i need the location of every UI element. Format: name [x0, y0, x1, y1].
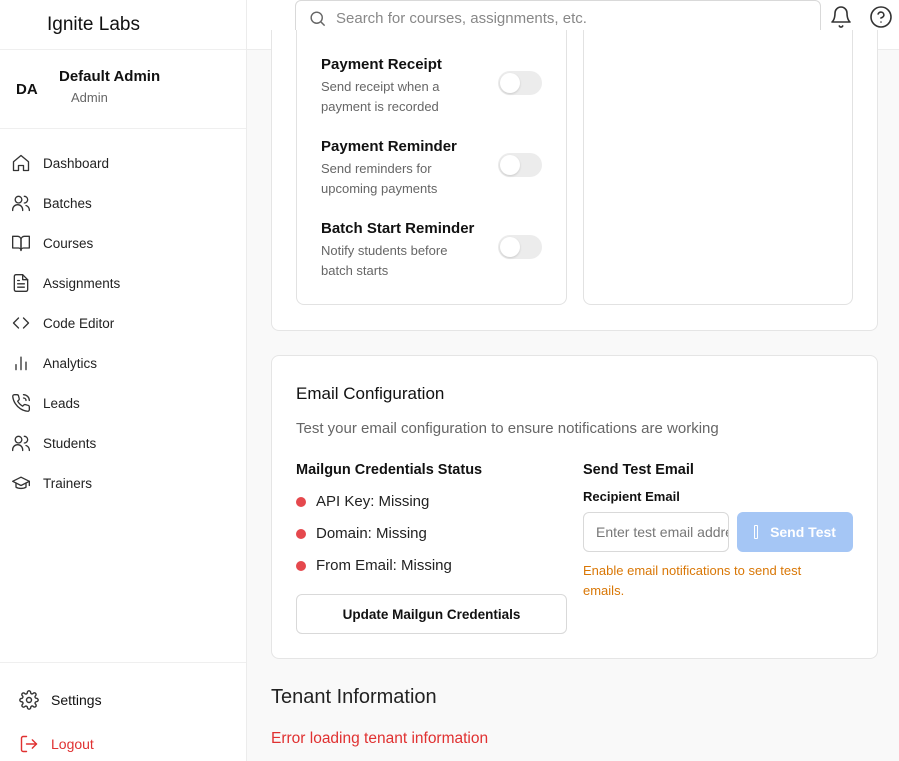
notification-payment-reminder: Payment Reminder Send reminders for upco…	[321, 138, 551, 199]
gear-icon	[19, 690, 39, 710]
users-icon	[12, 435, 31, 452]
sidebar-item-courses[interactable]: Courses	[0, 223, 246, 263]
notification-description: Notify students before batch starts	[321, 243, 448, 278]
status-domain: Domain: Missing	[296, 525, 427, 542]
status-text: From Email: Missing	[316, 557, 452, 574]
sidebar-item-label: Trainers	[43, 475, 93, 491]
status-text: API Key: Missing	[316, 493, 430, 510]
email-warning-text: Enable email notifications to send test …	[583, 563, 802, 598]
sidebar-item-leads[interactable]: Leads	[0, 383, 246, 423]
status-dot	[296, 496, 306, 507]
user-profile[interactable]: DA Default Admin Admin	[0, 50, 246, 129]
home-icon	[12, 154, 30, 172]
sidebar-item-settings[interactable]: Settings	[0, 678, 246, 722]
sidebar-item-analytics[interactable]: Analytics	[0, 343, 246, 383]
notification-payment-receipt: Payment Receipt Send receipt when a paym…	[321, 56, 551, 117]
notification-batch-start-reminder: Batch Start Reminder Notify students bef…	[321, 220, 551, 281]
notifications-button[interactable]	[829, 5, 853, 29]
help-circle-icon	[870, 6, 892, 28]
user-role: Admin	[71, 89, 108, 105]
email-configuration-description: Test your email configuration to ensure …	[296, 420, 719, 437]
sidebar-footer: Settings Logout	[0, 662, 246, 761]
bar-chart-icon	[15, 356, 27, 371]
notification-side-panel	[583, 30, 853, 305]
sidebar-item-label: Leads	[43, 395, 80, 411]
sidebar-item-label: Analytics	[43, 355, 98, 371]
status-text: Domain: Missing	[316, 525, 427, 542]
search-icon	[310, 10, 326, 26]
sidebar-item-assignments[interactable]: Assignments	[0, 263, 246, 303]
email-configuration-title: Email Configuration	[296, 384, 445, 403]
help-button[interactable]	[869, 5, 893, 29]
tenant-information-title: Tenant Information	[271, 686, 437, 708]
update-mailgun-credentials-button[interactable]: Update Mailgun Credentials	[296, 594, 567, 634]
notification-description: Send reminders for upcoming payments	[321, 161, 438, 196]
sidebar-item-students[interactable]: Students	[0, 423, 246, 463]
recipient-email-label: Recipient Email	[583, 489, 680, 504]
payment-reminder-toggle[interactable]	[498, 153, 542, 177]
sidebar-item-label: Dashboard	[43, 155, 110, 171]
book-open-icon	[12, 235, 31, 252]
sidebar-item-batches[interactable]: Batches	[0, 183, 246, 223]
phone-icon	[12, 393, 31, 412]
sidebar-item-dashboard[interactable]: Dashboard	[0, 143, 246, 183]
users-icon	[12, 195, 31, 212]
user-name: Default Admin	[59, 67, 161, 85]
send-icon	[754, 525, 759, 539]
mailgun-credentials-title: Mailgun Credentials Status	[296, 462, 483, 478]
bell-icon	[831, 6, 851, 28]
toggle-knob	[500, 155, 520, 175]
toggle-knob	[500, 237, 520, 257]
status-dot	[296, 560, 306, 571]
sidebar: Ignite Labs DA Default Admin Admin Dashb…	[0, 0, 247, 761]
notification-description: Send receipt when a payment is recorded	[321, 79, 440, 114]
sidebar-item-label: Batches	[43, 195, 92, 211]
sidebar-item-label: Students	[43, 435, 97, 451]
logout-label: Logout	[51, 736, 94, 752]
sidebar-item-trainers[interactable]: Trainers	[0, 463, 246, 503]
sidebar-item-label: Code Editor	[43, 315, 115, 331]
file-text-icon	[13, 274, 29, 292]
send-test-email-title: Send Test Email	[583, 462, 694, 478]
search-input[interactable]	[336, 9, 796, 27]
logout-button[interactable]: Logout	[0, 722, 246, 761]
sidebar-item-label: Courses	[43, 235, 94, 251]
sidebar-item-code-editor[interactable]: Code Editor	[0, 303, 246, 343]
sidebar-item-label: Assignments	[43, 275, 121, 291]
batch-start-reminder-toggle[interactable]	[498, 235, 542, 259]
logout-icon	[20, 735, 38, 753]
settings-label: Settings	[51, 692, 102, 708]
tenant-error-message: Error loading tenant information	[271, 730, 489, 747]
brand-logo[interactable]: Ignite Labs	[0, 0, 246, 50]
toggle-knob	[500, 73, 520, 93]
recipient-email-input[interactable]	[583, 512, 729, 552]
send-test-label: Send Test	[770, 524, 836, 540]
payment-receipt-toggle[interactable]	[498, 71, 542, 95]
status-from-email: From Email: Missing	[296, 557, 452, 574]
send-test-button[interactable]: Send Test	[737, 512, 853, 552]
code-icon	[12, 317, 30, 329]
sidebar-nav: Dashboard Batches Courses Assignments Co…	[0, 129, 246, 503]
avatar: DA	[16, 80, 38, 98]
graduation-cap-icon	[12, 476, 31, 490]
status-dot	[296, 528, 306, 539]
status-api-key: API Key: Missing	[296, 493, 429, 510]
